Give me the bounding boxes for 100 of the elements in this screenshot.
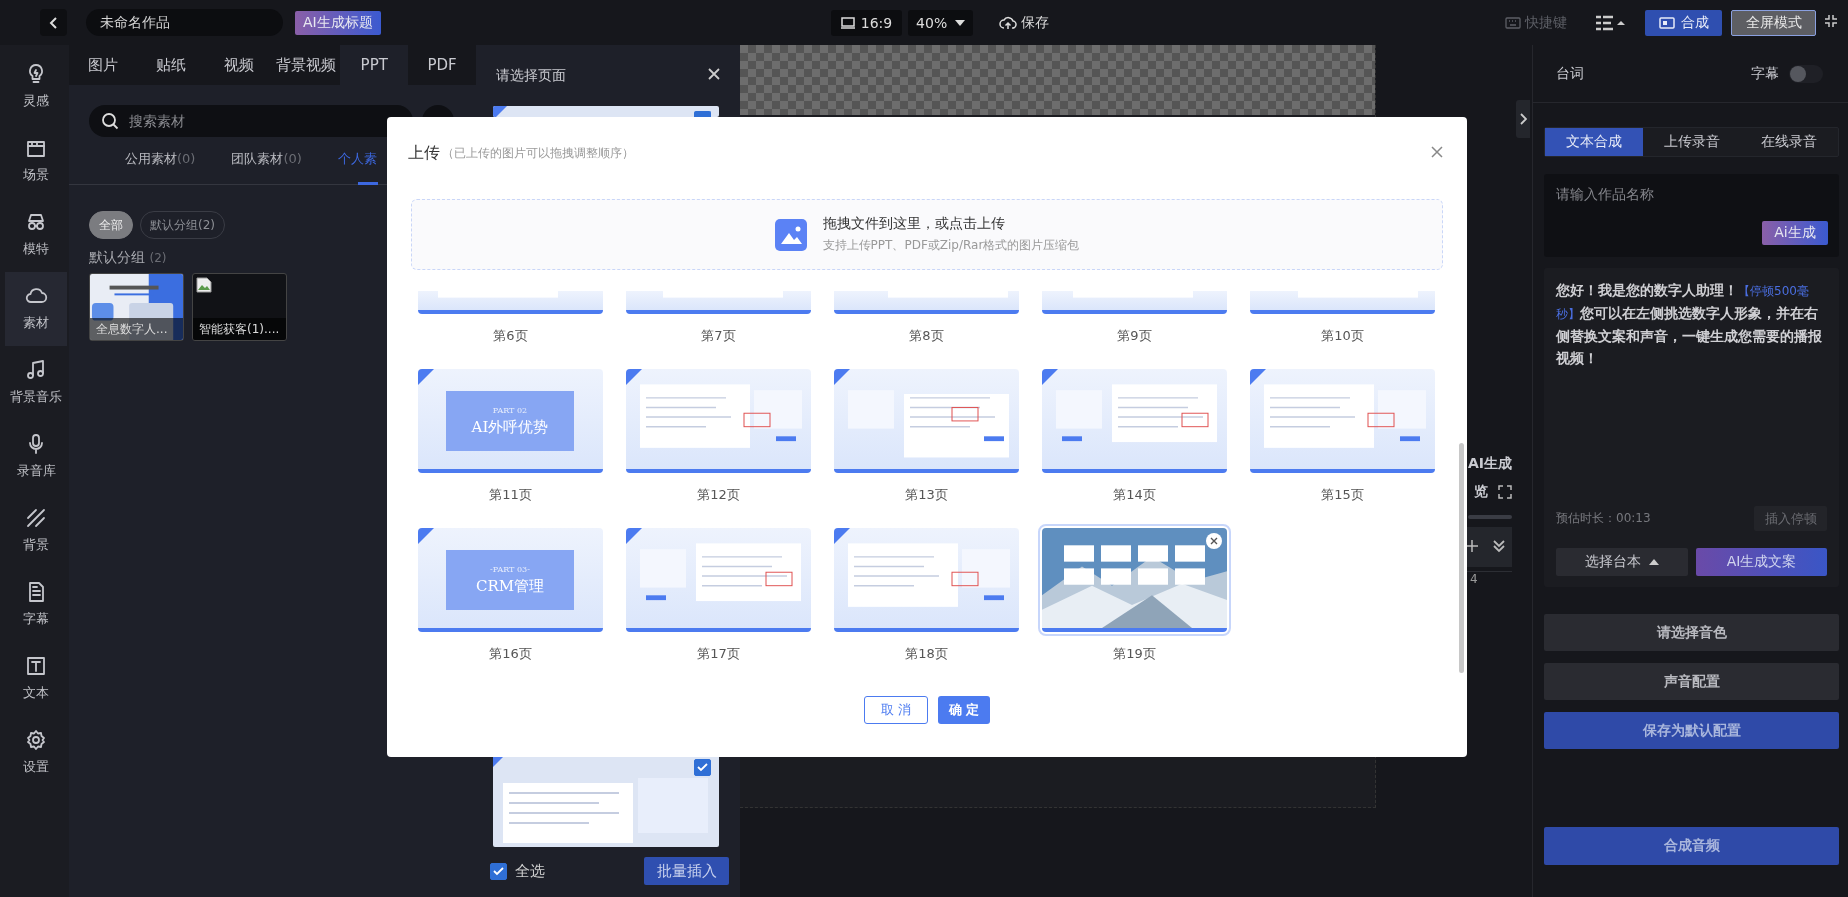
search-input[interactable]: 搜索素材 — [127, 112, 387, 130]
name-field[interactable]: 请输入作品名称 Ai生成 — [1544, 174, 1839, 257]
sidebar-item[interactable]: 字幕 — [5, 568, 67, 642]
collapse-icon — [1824, 14, 1838, 28]
scope-tab[interactable]: 团队素材(0) — [231, 136, 302, 185]
slide-title: AI外呼优势 — [471, 417, 549, 437]
page-label: 第10页 — [1321, 327, 1364, 345]
preview-label: 览 — [1474, 483, 1488, 501]
slide-title: CRM管理 — [475, 576, 545, 596]
batch-insert-button[interactable]: 批量插入 — [644, 857, 729, 885]
page-label: 第8页 — [909, 327, 944, 345]
subtitles-label: 字幕 — [1751, 64, 1779, 83]
asset-tab[interactable]: 视频 — [204, 45, 273, 85]
cancel-button[interactable]: 取 消 — [864, 696, 928, 724]
page-thumbnail[interactable] — [626, 291, 811, 314]
corner-mark — [493, 106, 507, 117]
back-button[interactable] — [40, 9, 67, 36]
page-label: 第11页 — [489, 486, 532, 504]
sidebar-item[interactable]: 设置 — [5, 716, 67, 790]
voice-button[interactable]: 声音配置 — [1544, 663, 1839, 700]
checkbox[interactable] — [694, 111, 711, 117]
dialog-hint: （已上传的图片可以拖拽调整顺序） — [442, 144, 634, 162]
text-box-icon — [24, 654, 48, 678]
ratio-button[interactable]: 16:9 — [830, 9, 903, 36]
sidebar-item[interactable]: 背景音乐 — [5, 346, 67, 420]
layout-menu-button[interactable] — [1595, 14, 1625, 31]
sidebar-item[interactable]: 灵感 — [5, 50, 67, 124]
asset-tab[interactable]: 背景视频 — [272, 45, 341, 85]
zoom-dropdown[interactable]: 40% — [908, 9, 974, 36]
asset-tab[interactable]: 图片 — [69, 45, 137, 85]
checkbox[interactable] — [694, 759, 711, 776]
page-label: 第18页 — [905, 645, 948, 663]
script-text[interactable]: 您好！我是您的数字人助理！【停顿500毫秒】您可以在左侧挑选数字人形象，并在右侧替换文案和声音，一键生成您需要的播报视频！ — [1556, 279, 1827, 369]
add-button[interactable] — [1466, 539, 1478, 555]
chevron-left-icon — [48, 15, 59, 30]
save-button[interactable]: 保存 — [993, 12, 1056, 33]
expand-panel-button[interactable] — [1516, 100, 1530, 138]
scrollbar[interactable] — [1459, 443, 1464, 673]
compose-button[interactable]: 合成 — [1645, 9, 1722, 36]
ai-generate-button[interactable]: Ai生成 — [1762, 221, 1828, 245]
panel-title: 台词 — [1556, 64, 1584, 83]
sidebar-item[interactable]: 素材 — [5, 272, 67, 346]
sidebar-item[interactable]: 背景 — [5, 494, 67, 568]
asset-card[interactable]: 全息数字人... — [89, 273, 184, 341]
image-icon — [774, 218, 807, 251]
page-thumbnail[interactable] — [1042, 291, 1227, 314]
sidebar-item[interactable]: 模特 — [5, 198, 67, 272]
stripes-icon — [24, 506, 48, 530]
asset-tab[interactable]: PPT — [340, 45, 409, 85]
page-thumbnail[interactable] — [1250, 291, 1435, 314]
select-all-checkbox[interactable] — [490, 862, 507, 880]
page-label: 第13页 — [905, 486, 948, 504]
page-label: 第19页 — [1113, 645, 1156, 663]
choose-script-button[interactable]: 选择台本 — [1556, 548, 1688, 576]
page-label: 第16页 — [489, 645, 532, 663]
page-label: 第9页 — [1117, 327, 1152, 345]
search-field[interactable]: 搜索素材 — [89, 105, 413, 137]
voice-button[interactable]: 保存为默认配置 — [1544, 712, 1839, 749]
page-thumbnail[interactable] — [493, 106, 719, 117]
select-all-label: 全选 — [515, 861, 545, 881]
ruler-label: 4 — [1470, 572, 1478, 586]
caret-icon — [1649, 559, 1659, 565]
page-label: 第6页 — [493, 327, 528, 345]
dropzone-title: 拖拽文件到这里，或点击上传 — [822, 215, 1006, 233]
double-chevron-icon — [1492, 538, 1506, 553]
filter-chip[interactable]: 全部 — [89, 211, 133, 239]
ai-title-button[interactable]: AI生成标题 — [295, 10, 381, 35]
sidebar-item[interactable]: 文本 — [5, 642, 67, 716]
synthesize-audio-button[interactable]: 合成音频 — [1544, 827, 1839, 865]
duration-label: 预估时长：00:13 — [1556, 510, 1651, 527]
mode-tab[interactable]: 在线录音 — [1740, 128, 1838, 156]
name-input[interactable]: 请输入作品名称 — [1554, 184, 1829, 224]
slide-part-label: -PART 03- — [490, 564, 530, 574]
asset-card[interactable]: 智能获客(1).... — [192, 273, 287, 341]
sidebar-item[interactable]: 录音库 — [5, 420, 67, 494]
progress-track — [1468, 515, 1512, 519]
fullscreen-button[interactable]: 全屏模式 — [1731, 9, 1816, 36]
asset-tab[interactable]: PDF — [408, 45, 476, 85]
dialog-title: 上传 — [408, 142, 440, 164]
mode-tab[interactable]: 上传录音 — [1642, 128, 1741, 156]
subtitles-toggle[interactable] — [1789, 64, 1823, 83]
upload-dropzone[interactable]: 拖拽文件到这里，或点击上传 支持上传PPT、PDF或Zip/Rar格式的图片压缩包 — [411, 199, 1443, 270]
dropzone-hint: 支持上传PPT、PDF或Zip/Rar格式的图片压缩包 — [822, 237, 1080, 254]
page-label: 第17页 — [697, 645, 740, 663]
scope-tab[interactable]: 公用素材(0) — [125, 136, 196, 185]
broken-image-icon — [196, 277, 212, 293]
voice-button[interactable]: 请选择音色 — [1544, 614, 1839, 651]
close-icon — [1431, 145, 1443, 158]
title-field[interactable]: 未命名作品 — [86, 9, 283, 36]
caret-icon — [955, 19, 966, 26]
page-thumbnail[interactable] — [418, 291, 603, 314]
mode-tab[interactable]: 文本合成 — [1545, 128, 1643, 156]
ai-copy-button[interactable]: AI生成文案 — [1696, 548, 1827, 576]
plus-icon — [1466, 539, 1478, 552]
asset-tab[interactable]: 贴纸 — [136, 45, 205, 85]
page-thumbnail[interactable] — [834, 291, 1019, 314]
sidebar-item[interactable]: 场景 — [5, 124, 67, 198]
close-icon — [1210, 537, 1218, 545]
confirm-button[interactable]: 确 定 — [938, 696, 990, 724]
expand-icon[interactable] — [1498, 485, 1512, 499]
